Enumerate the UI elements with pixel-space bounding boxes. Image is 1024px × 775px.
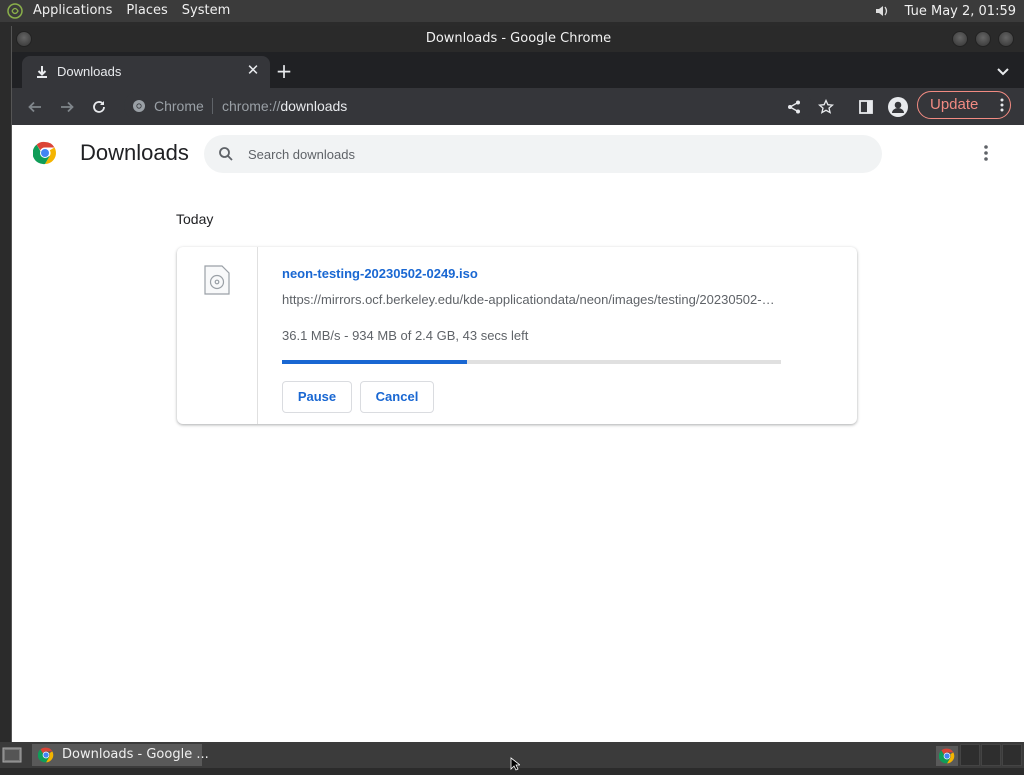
- side-panel-icon[interactable]: [856, 97, 876, 117]
- chevron-down-icon[interactable]: [995, 64, 1011, 78]
- tray-chrome-icon[interactable]: [936, 746, 958, 766]
- workspace-2[interactable]: [981, 744, 1001, 766]
- menu-places[interactable]: Places: [119, 0, 174, 22]
- tab-downloads[interactable]: Downloads ✕: [22, 56, 270, 88]
- omnibox-chip-label: Chrome: [154, 98, 204, 114]
- omnibox-separator: [212, 98, 213, 114]
- update-button[interactable]: Update: [917, 91, 1011, 119]
- star-icon[interactable]: [816, 97, 836, 117]
- download-item: neon-testing-20230502-0249.iso https://m…: [177, 247, 857, 424]
- volume-icon[interactable]: [871, 0, 893, 22]
- toolbar: Chrome chrome://downloads Update: [12, 88, 1024, 125]
- window-menu-button[interactable]: [16, 31, 32, 47]
- taskbar-item-chrome[interactable]: Downloads - Google ...: [32, 744, 209, 766]
- disc-file-icon: [204, 265, 230, 295]
- tabstrip: Downloads ✕ +: [12, 52, 1024, 88]
- search-input[interactable]: [248, 135, 848, 173]
- back-icon[interactable]: [25, 97, 45, 117]
- show-desktop-icon[interactable]: [2, 747, 22, 763]
- menu-applications[interactable]: Applications: [26, 0, 119, 22]
- taskbar-item-label: Downloads - Google ...: [62, 747, 209, 762]
- file-icon-column: [177, 247, 258, 424]
- plus-icon[interactable]: +: [274, 61, 294, 81]
- date-section-label: Today: [176, 211, 214, 227]
- distro-logo-icon[interactable]: [4, 0, 26, 22]
- downloads-header: Downloads: [12, 125, 1024, 181]
- top-panel: Applications Places System Tue May 2, 01…: [0, 0, 1024, 22]
- progress-bar: [282, 360, 781, 364]
- reload-icon[interactable]: [89, 97, 109, 117]
- window-close-button[interactable]: [998, 31, 1014, 47]
- minimize-button[interactable]: [952, 31, 968, 47]
- more-vert-icon[interactable]: [1000, 97, 1004, 113]
- chrome-icon: [132, 99, 146, 113]
- share-icon[interactable]: [784, 97, 804, 117]
- file-name-link[interactable]: neon-testing-20230502-0249.iso: [282, 266, 478, 281]
- chrome-icon: [37, 747, 54, 763]
- url-scheme: chrome://: [222, 98, 281, 114]
- search-icon: [218, 146, 234, 162]
- close-icon[interactable]: ✕: [244, 62, 262, 80]
- more-vert-icon[interactable]: [976, 143, 996, 163]
- progress-fill: [282, 360, 467, 364]
- downloads-page: Downloads Today neon-testing-20230502-02…: [12, 125, 1024, 742]
- window-titlebar[interactable]: Downloads - Google Chrome: [12, 26, 1024, 52]
- url-host: downloads: [280, 98, 348, 114]
- address-bar[interactable]: Chrome chrome://downloads: [124, 91, 812, 121]
- profile-icon[interactable]: [888, 97, 908, 117]
- clock[interactable]: Tue May 2, 01:59: [897, 4, 1024, 19]
- search-box[interactable]: [204, 135, 882, 173]
- update-label: Update: [930, 96, 979, 113]
- forward-icon[interactable]: [57, 97, 77, 117]
- source-url-link[interactable]: https://mirrors.ocf.berkeley.edu/kde-app…: [282, 292, 777, 307]
- cancel-button[interactable]: Cancel: [360, 381, 434, 413]
- url-text[interactable]: chrome://downloads: [222, 98, 347, 114]
- browser-window: Downloads - Google Chrome Downloads ✕ +: [11, 26, 1024, 742]
- window-title: Downloads - Google Chrome: [425, 31, 612, 46]
- chrome-logo-icon: [32, 141, 57, 165]
- workspace-3[interactable]: [1002, 744, 1022, 766]
- menu-system[interactable]: System: [175, 0, 237, 22]
- workspace-1[interactable]: [960, 744, 980, 766]
- tab-title: Downloads: [57, 64, 122, 79]
- maximize-button[interactable]: [975, 31, 991, 47]
- download-status: 36.1 MB/s - 934 MB of 2.4 GB, 43 secs le…: [282, 328, 529, 343]
- page-title: Downloads: [80, 140, 189, 165]
- download-icon: [34, 64, 50, 80]
- pause-button[interactable]: Pause: [282, 381, 352, 413]
